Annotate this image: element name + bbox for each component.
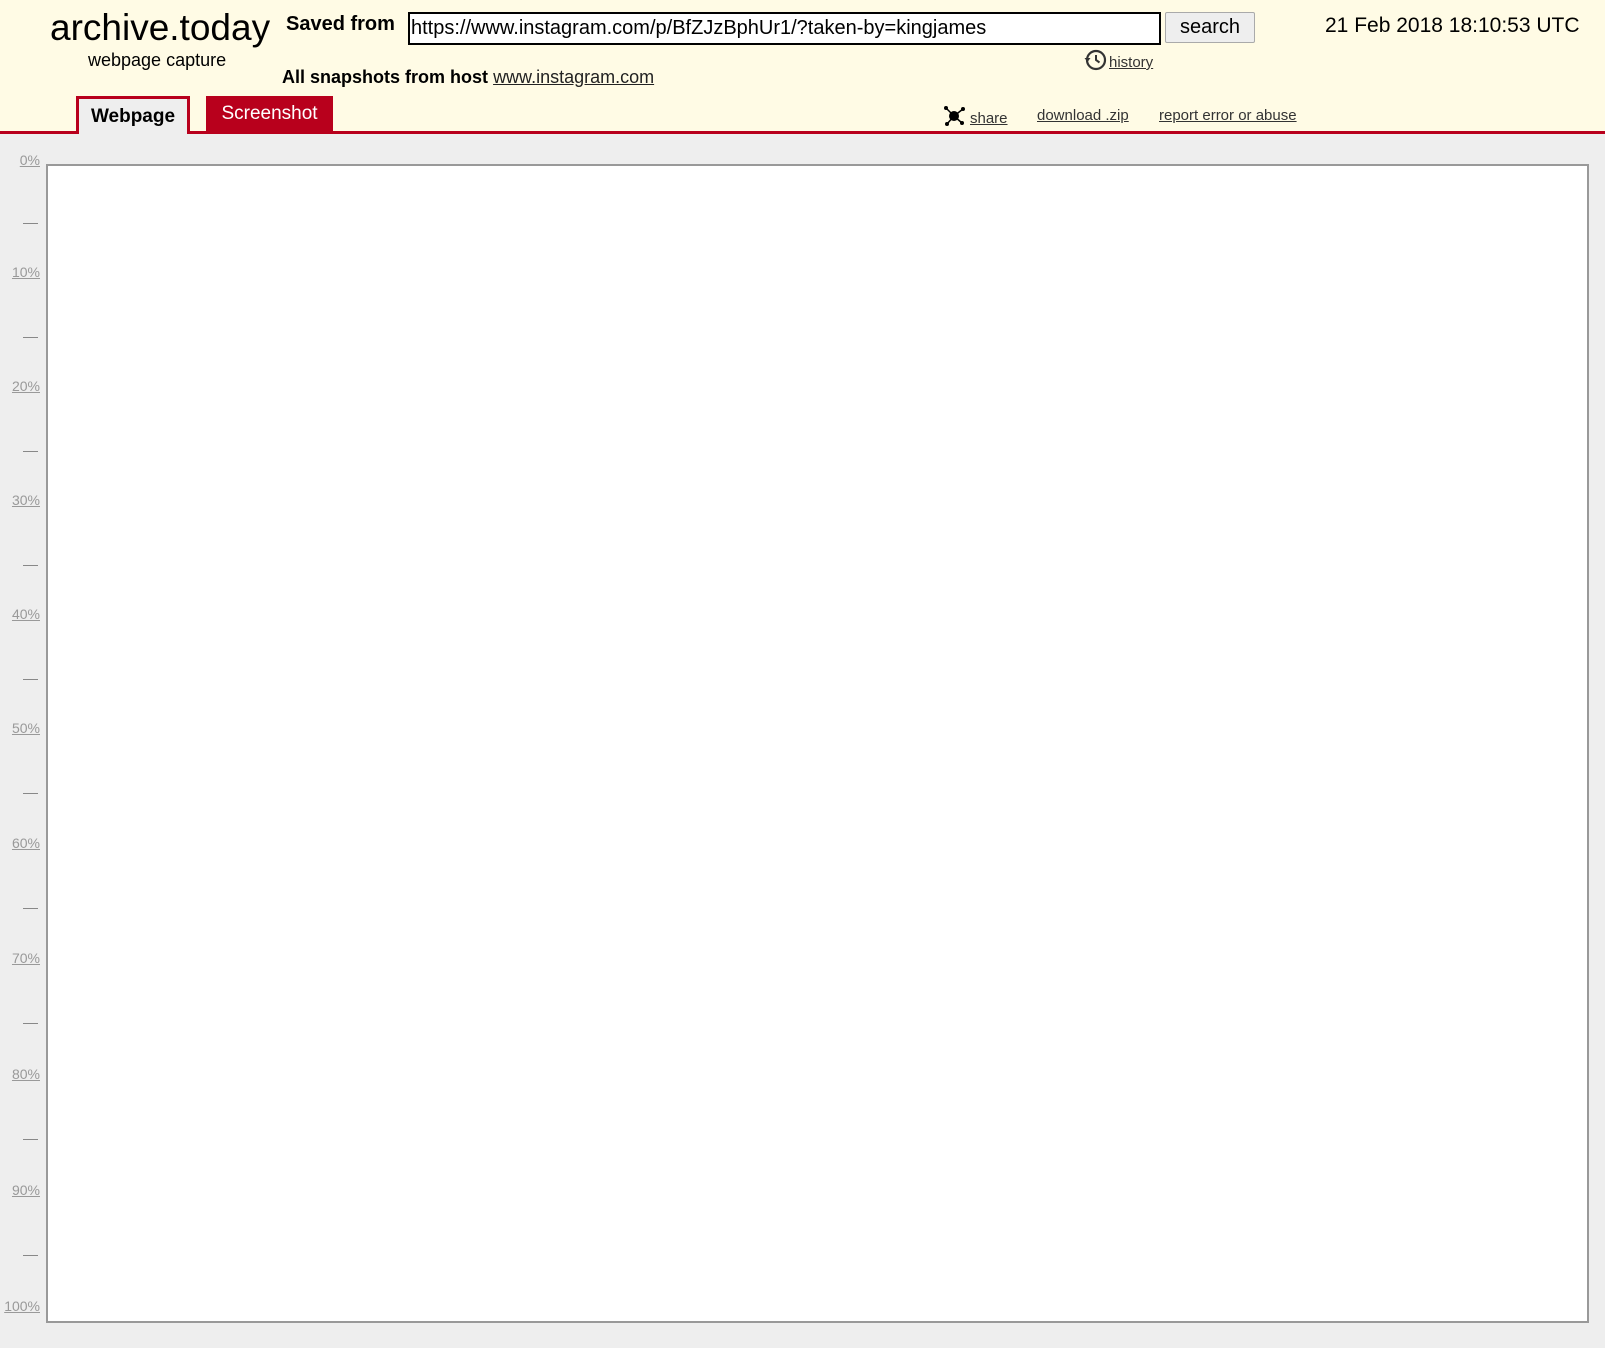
host-link[interactable]: www.instagram.com [493,67,654,87]
ruler-tick [23,908,38,909]
ruler-tick [23,793,38,794]
ruler-label-20[interactable]: 20% [12,378,40,394]
ruler-tick [23,1139,38,1140]
share-icon [943,104,967,133]
ruler-tick [23,1023,38,1024]
ruler-label-90[interactable]: 90% [12,1182,40,1198]
all-snapshots-line: All snapshots from host www.instagram.co… [282,67,654,88]
ruler-label-100[interactable]: 100% [4,1298,40,1314]
ruler-label-60[interactable]: 60% [12,835,40,851]
ruler-tick [23,679,38,680]
share-label: share [970,110,1008,127]
ruler-label-40[interactable]: 40% [12,606,40,622]
archived-page-frame[interactable] [46,164,1589,1323]
download-zip-link[interactable]: download .zip [1037,107,1129,124]
archive-header: archive.today webpage capture Saved from… [0,0,1605,134]
all-snapshots-label: All snapshots [282,67,401,87]
search-button[interactable]: search [1165,12,1255,43]
ruler-label-70[interactable]: 70% [12,950,40,966]
saved-from-label: Saved from [286,13,395,35]
scroll-ruler: 0% 10% 20% 30% 40% 50% 60% 70% 80% 90% 1… [0,134,44,1348]
tab-webpage[interactable]: Webpage [76,96,190,134]
report-abuse-link[interactable]: report error or abuse [1159,107,1297,124]
history-icon [1083,48,1107,77]
ruler-tick [23,451,38,452]
ruler-label-10[interactable]: 10% [12,264,40,280]
logo-subtitle: webpage capture [88,50,227,70]
ruler-tick [23,223,38,224]
share-link[interactable]: share [943,104,1008,133]
ruler-tick [23,1255,38,1256]
ruler-label-50[interactable]: 50% [12,720,40,736]
capture-timestamp: 21 Feb 2018 18:10:53 UTC [1325,14,1580,37]
logo-title[interactable]: archive.today [50,6,270,50]
ruler-label-80[interactable]: 80% [12,1066,40,1082]
ruler-tick [23,337,38,338]
tab-screenshot[interactable]: Screenshot [206,96,333,131]
url-input[interactable] [408,12,1161,45]
ruler-label-30[interactable]: 30% [12,492,40,508]
from-host-label: from host [405,67,489,87]
history-label: history [1109,54,1154,71]
ruler-tick [23,565,38,566]
history-link[interactable]: history [1083,48,1153,77]
ruler-label-0[interactable]: 0% [20,152,40,168]
